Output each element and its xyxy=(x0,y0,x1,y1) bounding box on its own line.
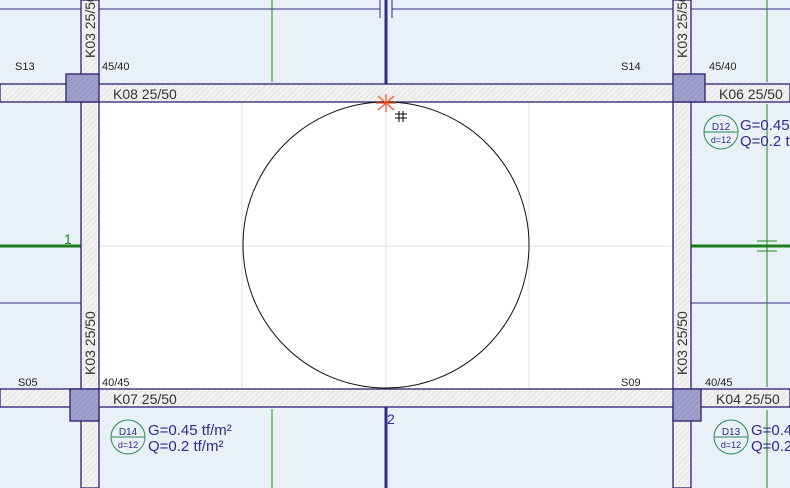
beam-label: K07 25/50 xyxy=(113,391,177,407)
column-size: 45/40 xyxy=(709,61,737,73)
slab-thickness: d=12 xyxy=(118,440,138,450)
axis-1-label: 1 xyxy=(64,231,72,247)
cad-drawing-canvas[interactable]: 1 2 S13 45/40 S14 45/40 S05 40/45 S09 40… xyxy=(0,0,790,488)
column-label: S13 xyxy=(15,61,35,73)
column-label: S05 xyxy=(18,377,38,389)
column-s05[interactable] xyxy=(69,388,100,422)
slab-thickness: d=12 xyxy=(711,135,731,145)
slab-tag-d14[interactable]: D14 d=12 G=0.45 tf/m² Q=0.2 tf/m² xyxy=(110,419,232,455)
slab-id: D13 xyxy=(722,427,741,438)
slab-thickness: d=12 xyxy=(721,440,741,450)
slab-id: D14 xyxy=(119,427,138,438)
column-s09[interactable] xyxy=(672,388,702,422)
column-size: 45/40 xyxy=(102,61,130,73)
snap-marker-icon xyxy=(376,94,396,112)
floor-plan[interactable]: 1 2 S13 45/40 S14 45/40 S05 40/45 S09 40… xyxy=(0,0,790,488)
slab-tag-d13[interactable]: D13 d=12 G=0.45 tf/m² Q=0.2 tf/m² xyxy=(713,419,790,455)
slab-tag-d12[interactable]: D12 d=12 G=0.45 tf/m² Q=0.2 tf/m² xyxy=(703,114,790,150)
beam-label: K04 25/50 xyxy=(716,391,780,407)
column-s13[interactable] xyxy=(65,73,100,103)
beam-label: K03 25/50 xyxy=(674,311,690,375)
slab-load-q: Q=0.2 tf/m² xyxy=(740,133,790,150)
beam-label: K03 25/50 xyxy=(82,0,98,58)
column-size: 40/45 xyxy=(102,377,130,389)
slab-load-q: Q=0.2 tf/m² xyxy=(751,438,790,455)
column-label: S14 xyxy=(621,61,641,73)
slab-load-g: G=0.45 tf/m² xyxy=(148,422,232,439)
column-s14[interactable] xyxy=(672,73,706,103)
slab-load-g: G=0.45 tf/m² xyxy=(751,422,790,439)
beam-label: K06 25/50 xyxy=(719,86,783,102)
beam-label: K03 25/50 xyxy=(82,311,98,375)
beam-label: K03 25/50 xyxy=(674,0,690,58)
beam-label: K08 25/50 xyxy=(113,86,177,102)
column-size: 40/45 xyxy=(705,377,733,389)
slab-id: D12 xyxy=(712,122,731,133)
axis-2-label: 2 xyxy=(387,411,395,427)
slab-load-q: Q=0.2 tf/m² xyxy=(148,438,223,455)
column-label: S09 xyxy=(621,377,641,389)
slab-load-g: G=0.45 tf/m² xyxy=(740,117,790,134)
